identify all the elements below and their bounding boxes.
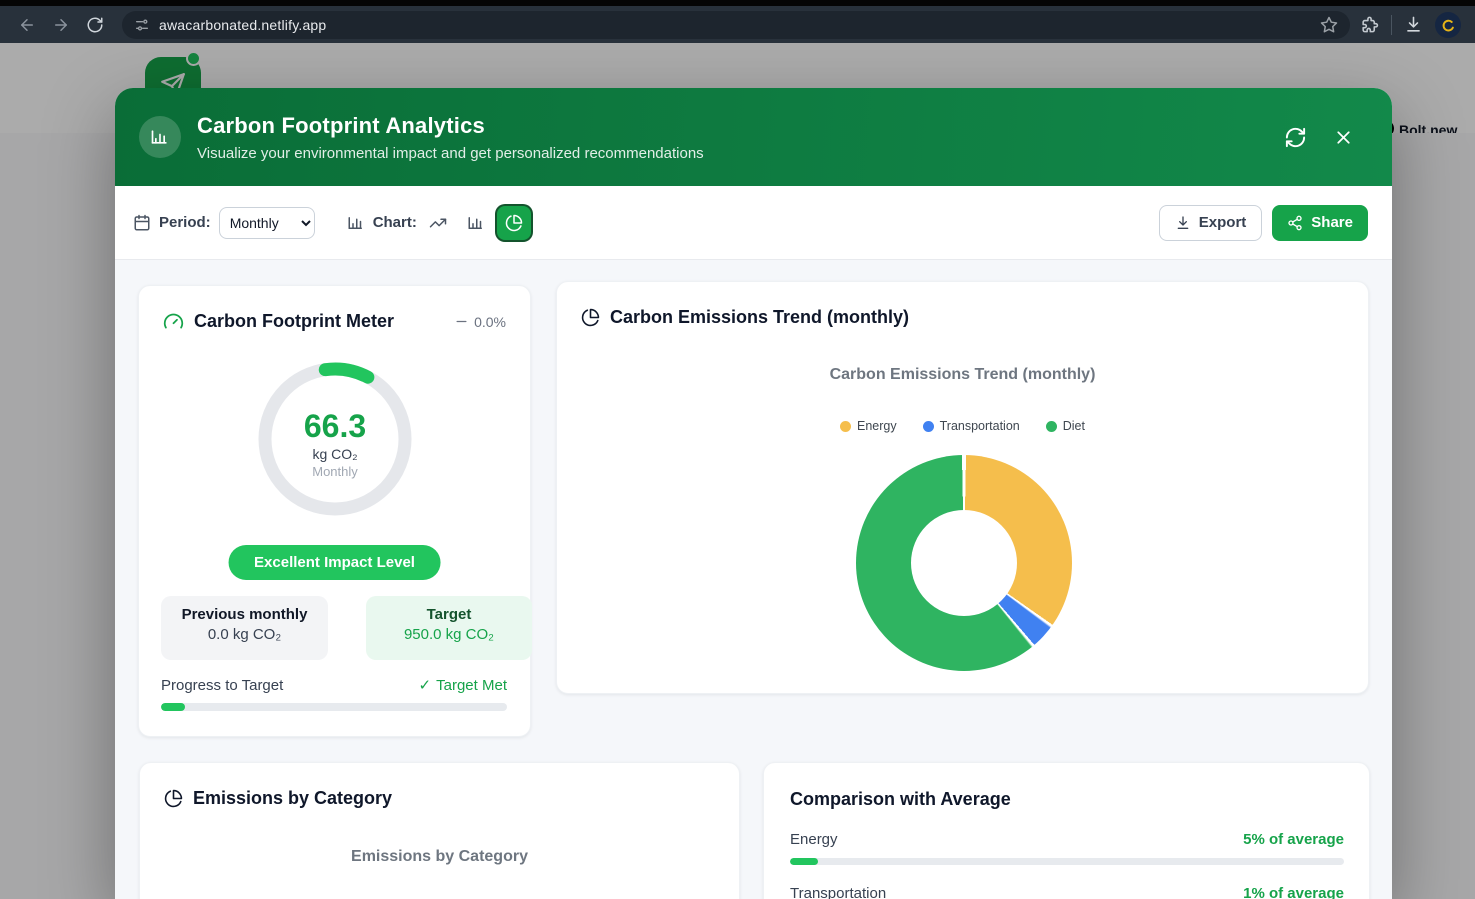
carbon-footprint-meter-card: Carbon Footprint Meter 0.0% 66.3 kg CO₂ … <box>138 285 532 737</box>
share-icon <box>1288 215 1302 230</box>
chart-label: Chart: <box>372 214 417 231</box>
target-met-status: ✓ Target Met <box>418 676 507 695</box>
modal-header: Carbon Footprint Analytics Visualize you… <box>115 88 1392 186</box>
browser-profile-avatar[interactable] <box>1435 11 1461 38</box>
check-icon: ✓ <box>418 677 432 694</box>
pie-chart-icon <box>164 789 183 808</box>
analytics-modal: Carbon Footprint Analytics Visualize you… <box>115 88 1392 899</box>
chart-legend: Energy Transportation Diet <box>557 419 1368 433</box>
forward-icon[interactable] <box>48 12 74 38</box>
legend-item-diet[interactable]: Diet <box>1045 419 1085 433</box>
modal-toolbar: Period: Monthly Chart: Export Share <box>115 186 1392 260</box>
category-title: Emissions by Category <box>193 788 393 808</box>
comparison-card: Comparison with Average Energy 5% of ave… <box>763 762 1370 899</box>
pie-chart-icon <box>581 308 600 327</box>
pie-chart-icon <box>505 214 523 231</box>
period-label: Period: <box>159 214 211 231</box>
app-root: awacarbonated.netlify.app AwaCarbon <box>0 0 1475 899</box>
doughnut-chart <box>856 455 1072 671</box>
comparison-title: Comparison with Average <box>790 789 1011 809</box>
address-bar[interactable]: awacarbonated.netlify.app <box>122 10 1350 39</box>
bookmark-star-icon[interactable] <box>1320 16 1338 34</box>
download-icon <box>1177 215 1189 229</box>
meter-title: Carbon Footprint Meter <box>194 311 394 331</box>
trend-chart-title: Carbon Emissions Trend (monthly) <box>829 366 1096 383</box>
doughnut-hole <box>911 510 1017 616</box>
pie-chart-button[interactable] <box>496 205 531 240</box>
refresh-icon[interactable] <box>1284 126 1307 149</box>
comparison-row-transportation: Transportation 1% of average <box>790 885 1344 899</box>
gauge-value: 66.3 <box>303 408 367 444</box>
comparison-row-energy: Energy 5% of average <box>790 831 1344 848</box>
close-icon[interactable] <box>1333 127 1354 148</box>
gauge-icon <box>163 311 184 332</box>
line-chart-button[interactable] <box>421 206 455 240</box>
legend-dot-transportation <box>922 420 934 432</box>
trending-up-icon <box>429 218 447 227</box>
bar-chart-icon <box>139 116 181 158</box>
modal-subtitle: Visualize your environmental impact and … <box>197 144 704 162</box>
url-text: awacarbonated.netlify.app <box>159 16 327 33</box>
emissions-trend-card: Carbon Emissions Trend (monthly) Carbon … <box>556 281 1369 694</box>
bar-chart-icon <box>468 216 482 229</box>
extensions-puzzle-icon[interactable] <box>1360 15 1379 34</box>
back-icon[interactable] <box>14 12 40 38</box>
minus-icon <box>456 320 467 323</box>
period-select[interactable]: Monthly <box>218 206 315 239</box>
legend-dot-energy <box>840 420 851 432</box>
export-button[interactable]: Export <box>1158 204 1263 241</box>
share-button[interactable]: Share <box>1272 204 1368 241</box>
reload-icon[interactable] <box>82 12 108 38</box>
legend-item-energy[interactable]: Energy <box>840 419 897 433</box>
bar-chart-button[interactable] <box>459 206 493 240</box>
gauge-period: Monthly <box>312 464 358 479</box>
progress-label: Progress to Target <box>161 676 284 694</box>
gauge-chart: 66.3 kg CO₂ Monthly <box>257 361 413 517</box>
trend-title: Carbon Emissions Trend (monthly) <box>610 307 910 327</box>
target-stat-box: Target 950.0 kg CO₂ <box>366 596 532 660</box>
legend-item-transportation[interactable]: Transportation <box>922 419 1020 433</box>
gauge-unit: kg CO₂ <box>312 446 358 462</box>
site-settings-icon[interactable] <box>134 17 150 33</box>
browser-toolbar: awacarbonated.netlify.app <box>0 0 1475 43</box>
meter-delta: 0.0% <box>454 314 506 330</box>
category-chart-title: Emissions by Category <box>351 848 528 865</box>
chart-label-icon <box>347 214 365 232</box>
calendar-icon <box>133 214 151 232</box>
previous-stat-box: Previous monthly 0.0 kg CO₂ <box>161 596 328 660</box>
modal-title: Carbon Footprint Analytics <box>197 112 485 138</box>
legend-dot-diet <box>1045 420 1057 432</box>
toolbar-divider <box>1391 14 1392 35</box>
comparison-bar-energy <box>790 858 1344 865</box>
emissions-by-category-card: Emissions by Category Emissions by Categ… <box>139 762 740 899</box>
impact-level-badge: Excellent Impact Level <box>228 545 441 580</box>
target-progress-bar <box>161 703 507 711</box>
downloads-icon[interactable] <box>1404 15 1423 34</box>
